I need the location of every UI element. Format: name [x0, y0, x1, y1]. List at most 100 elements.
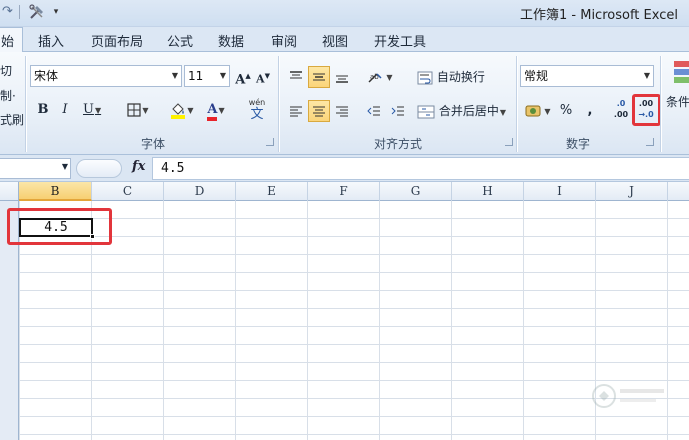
number-group-label: 数字	[565, 137, 590, 151]
font-name-select[interactable]: 宋体 ▼	[30, 65, 182, 87]
orientation-button[interactable]: ab ▼	[363, 66, 397, 88]
cut-button[interactable]: 切	[0, 62, 12, 79]
align-right-icon	[336, 106, 348, 117]
shrink-font-button[interactable]: A▼	[254, 65, 272, 87]
decrease-indent-button[interactable]	[363, 100, 385, 122]
title-bar: ↷ ▾ 工作簿1 - Microsoft Excel	[0, 0, 689, 27]
group-separator	[516, 56, 517, 152]
decrease-decimal-highlight	[632, 94, 661, 126]
column-header-e[interactable]: E	[236, 182, 308, 201]
tab-home[interactable]: 始	[0, 27, 23, 53]
number-format-select[interactable]: 常规 ▼	[520, 65, 654, 87]
font-group-label: 字体	[140, 137, 165, 151]
tab-view[interactable]: 视图	[322, 31, 348, 50]
chevron-down-icon: ▼	[187, 106, 194, 115]
chevron-down-icon: ▼	[61, 162, 68, 171]
grow-font-button[interactable]: A▲	[233, 65, 253, 87]
accounting-format-button[interactable]: ▼	[522, 100, 554, 122]
bottom-align-icon	[336, 75, 348, 83]
align-center-button[interactable]	[308, 100, 330, 122]
bottom-align-button[interactable]	[331, 66, 353, 88]
tab-page-layout[interactable]: 页面布局	[91, 31, 143, 50]
formula-input[interactable]: 4.5	[152, 157, 689, 180]
tab-developer[interactable]: 开发工具	[374, 31, 426, 50]
percent-style-button[interactable]: %	[556, 100, 576, 122]
font-dialog-launcher-icon[interactable]	[266, 138, 274, 146]
column-header-j[interactable]: J	[596, 182, 668, 201]
phonetic-guide-button[interactable]: wén 文	[240, 96, 274, 124]
window-title: 工作簿1 - Microsoft Excel	[520, 8, 678, 23]
column-header-b[interactable]: B	[19, 182, 92, 201]
undo-icon[interactable]: ↷	[2, 4, 16, 20]
increase-decimal-button[interactable]: .0 .00	[610, 97, 632, 125]
increase-decimal-bottom: .00	[613, 110, 629, 119]
merge-center-label: 合并后居中	[438, 104, 499, 118]
align-left-icon	[290, 106, 302, 117]
tools-icon[interactable]	[28, 3, 48, 21]
increase-indent-button[interactable]	[387, 100, 409, 122]
name-box[interactable]: ▼	[0, 158, 71, 179]
qat-separator	[19, 5, 20, 19]
chevron-down-icon: ▼	[386, 73, 393, 82]
fill-color-button[interactable]: ▼	[166, 99, 198, 121]
font-size-select[interactable]: 11 ▼	[184, 65, 230, 87]
alignment-group-label: 对齐方式	[373, 137, 422, 151]
bold-button[interactable]: B	[34, 99, 52, 121]
chevron-down-icon: ▼	[643, 71, 650, 80]
copy-button[interactable]: 制·	[0, 87, 16, 104]
tab-formulas[interactable]: 公式	[167, 31, 193, 50]
column-headers: B C D E F G H I J	[0, 182, 689, 201]
number-dialog-launcher-icon[interactable]	[646, 138, 654, 146]
chevron-down-icon: ▼	[142, 106, 149, 115]
decrease-indent-icon	[367, 106, 380, 116]
chevron-down-icon: ▼	[171, 71, 178, 80]
chevron-down-icon: ▼	[544, 107, 551, 116]
grow-font-label: A	[235, 72, 246, 88]
conditional-formatting-label[interactable]: 条件	[666, 93, 689, 110]
insert-function-button[interactable]: fx	[132, 159, 145, 174]
customize-qat-dropdown[interactable]: ▾	[50, 5, 62, 19]
select-all-corner[interactable]	[0, 182, 19, 201]
tab-data[interactable]: 数据	[218, 31, 244, 50]
format-painter-button[interactable]: 式刷	[0, 111, 24, 128]
align-center-icon	[313, 106, 325, 117]
top-align-button[interactable]	[285, 66, 307, 88]
watermark-logo	[592, 384, 664, 408]
align-left-button[interactable]	[285, 100, 307, 122]
font-color-button[interactable]: A▼	[200, 99, 232, 121]
paint-bucket-icon	[171, 102, 186, 119]
underline-label: U	[83, 102, 94, 117]
increase-indent-icon	[391, 106, 404, 116]
font-size-value: 11	[188, 69, 204, 83]
column-header-i[interactable]: I	[524, 182, 596, 201]
number-format-value: 常规	[524, 69, 549, 83]
shrink-font-label: A	[256, 72, 265, 86]
underline-button[interactable]: U▼	[78, 99, 108, 121]
middle-align-icon	[313, 73, 325, 81]
top-align-icon	[290, 71, 302, 79]
currency-icon	[525, 105, 541, 116]
middle-align-button[interactable]	[308, 66, 330, 88]
orientation-icon: ab	[368, 73, 382, 83]
italic-button[interactable]: I	[56, 99, 74, 121]
group-separator	[278, 56, 279, 152]
merge-center-button[interactable]: 合并后居中▼	[416, 100, 512, 122]
column-header-c[interactable]: C	[92, 182, 164, 201]
column-header-d[interactable]: D	[164, 182, 236, 201]
tab-review[interactable]: 审阅	[271, 31, 297, 50]
ribbon-tab-row: 始 插入 页面布局 公式 数据 审阅 视图 开发工具	[0, 27, 689, 53]
alignment-dialog-launcher-icon[interactable]	[505, 138, 513, 146]
column-header-f[interactable]: F	[308, 182, 380, 201]
tab-insert[interactable]: 插入	[38, 31, 64, 50]
column-header-g[interactable]: G	[380, 182, 452, 201]
formula-bar: ▼ fx 4.5	[0, 155, 689, 182]
borders-button[interactable]: ▼	[122, 99, 154, 121]
formula-bar-separator	[76, 159, 122, 178]
conditional-formatting-icon[interactable]	[673, 60, 689, 90]
group-separator	[660, 56, 661, 152]
column-header-h[interactable]: H	[452, 182, 524, 201]
wrap-text-label: 自动换行	[436, 70, 485, 84]
comma-style-button[interactable]: ,	[582, 100, 598, 122]
wrap-text-button[interactable]: 自动换行	[416, 66, 488, 88]
align-right-button[interactable]	[331, 100, 353, 122]
